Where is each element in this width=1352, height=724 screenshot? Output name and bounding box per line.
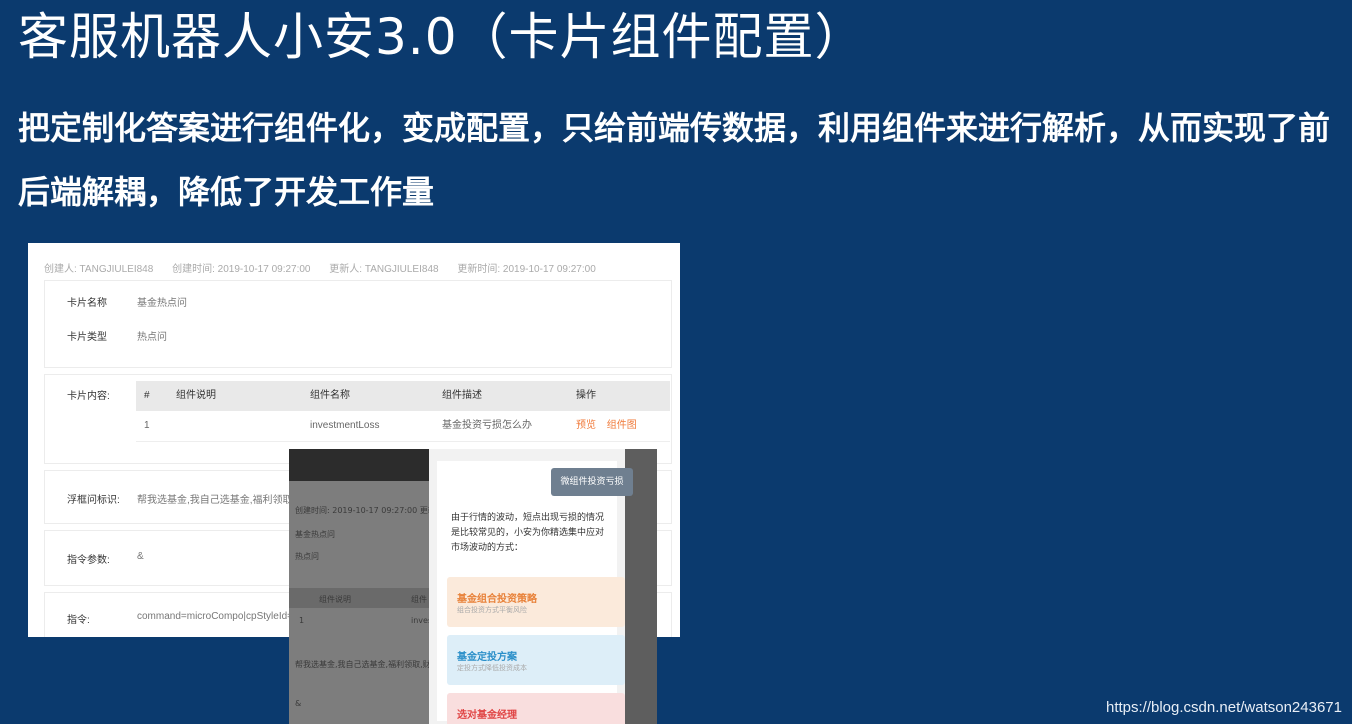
user-message-bubble[interactable]: 微组件投资亏损: [551, 468, 633, 496]
params-label: 指令参数:: [67, 555, 110, 566]
command-label: 指令:: [67, 615, 90, 626]
card-name-label: 卡片名称: [67, 298, 107, 309]
overlay-bg-meta: 创建时间: 2019-10-17 09:27:00 更新: [295, 506, 436, 515]
overlay-top-bar: [289, 449, 429, 481]
overlay-bg-amp: &: [295, 699, 302, 708]
card-basic-box: 卡片名称 基金热点问 卡片类型 热点问: [44, 280, 672, 368]
preview-link[interactable]: 预览: [576, 420, 596, 431]
command-value: command=microCompo|cpStyleId=2: [137, 611, 299, 622]
tile-fixed-investment[interactable]: 基金定投方案 定投方式降低投资成本: [447, 635, 625, 685]
overlay-bg-name: 基金热点问: [295, 530, 335, 539]
col-index: #: [144, 390, 150, 401]
overlay-bg-row: 1: [299, 616, 305, 625]
card-meta: 创建人: TANGJIULEI848 创建时间: 2019-10-17 09:2…: [44, 260, 612, 275]
card-type-value: 热点问: [137, 332, 167, 343]
phone-screen: 微组件投资亏损 由于行情的波动，短点出现亏损的情况是比较常见的，小安为你精选集中…: [429, 449, 633, 724]
row-index: 1: [144, 420, 150, 431]
tile-portfolio-title: 基金组合投资策略: [457, 594, 537, 605]
bot-message: 由于行情的波动，短点出现亏损的情况是比较常见的，小安为你精选集中应对市场波动的方…: [451, 513, 605, 553]
col-detail: 组件描述: [442, 390, 482, 401]
updated-time: 更新时间: 2019-10-17 09:27:00: [457, 264, 596, 275]
slide-title: 客服机器人小安3.0（卡片组件配置）: [18, 8, 866, 66]
overlay-bg-col2: 组件: [411, 595, 427, 604]
col-name: 组件名称: [310, 390, 350, 401]
params-value: &: [137, 551, 144, 562]
table-header: # 组件说明 组件名称 组件描述 操作: [136, 381, 670, 411]
overlay-bg-table-head: [289, 588, 429, 608]
tile-portfolio-subtitle: 组合投资方式平衡风险: [457, 606, 527, 614]
card-name-value: 基金热点问: [137, 298, 187, 309]
tile-fixed-investment-subtitle: 定投方式降低投资成本: [457, 664, 527, 672]
row-actions: 预览 组件图: [576, 411, 645, 441]
overlay-bg-type: 热点问: [295, 552, 319, 561]
tile-fund-manager[interactable]: 选对基金经理: [447, 693, 625, 724]
updater: 更新人: TANGJIULEI848: [329, 264, 439, 275]
slide-description: 把定制化答案进行组件化，变成配置，只给前端传数据，利用组件来进行解析，从而实现了…: [18, 109, 1331, 211]
card-type-label: 卡片类型: [67, 332, 107, 343]
tile-fixed-investment-title: 基金定投方案: [457, 652, 517, 663]
row-detail: 基金投资亏损怎么办: [442, 420, 532, 431]
tile-fund-manager-title: 选对基金经理: [457, 710, 517, 721]
component-image-link[interactable]: 组件图: [607, 420, 637, 431]
tile-portfolio[interactable]: 基金组合投资策略 组合投资方式平衡风险: [447, 577, 625, 627]
component-table: # 组件说明 组件名称 组件描述 操作 1 investmentLoss 基金投…: [136, 381, 670, 442]
col-actions: 操作: [576, 390, 596, 401]
float-label: 浮框问标识:: [67, 495, 120, 506]
card-content-label: 卡片内容:: [67, 391, 110, 402]
table-row: 1 investmentLoss 基金投资亏损怎么办 预览 组件图: [136, 411, 670, 442]
creator: 创建人: TANGJIULEI848: [44, 264, 154, 275]
row-name: investmentLoss: [310, 420, 380, 431]
created-time: 创建时间: 2019-10-17 09:27:00: [172, 264, 311, 275]
overlay-bg-col1: 组件说明: [319, 595, 351, 604]
overlay-bg-float: 帮我选基金,我自己选基金,福利领取,财富体: [295, 660, 447, 669]
float-value: 帮我选基金,我自己选基金,福利领取,: [137, 495, 296, 506]
phone-preview-overlay: 创建时间: 2019-10-17 09:27:00 更新 基金热点问 热点问 组…: [289, 449, 657, 724]
watermark-url: https://blog.csdn.net/watson243671: [1105, 699, 1342, 716]
col-desc: 组件说明: [176, 390, 216, 401]
